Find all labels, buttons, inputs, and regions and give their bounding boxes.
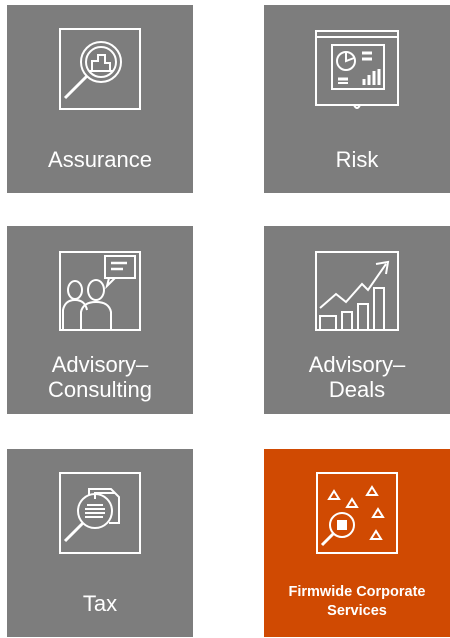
triangles-magnifier-icon — [316, 472, 398, 554]
tile-label: Advisory– Deals — [264, 352, 450, 402]
magnifier-bar-chart-icon — [59, 28, 141, 110]
tile-label: Advisory– Consulting — [7, 352, 193, 402]
growth-chart-icon — [315, 251, 399, 331]
magnifier-documents-icon — [59, 472, 141, 554]
tile-label-line-2: Consulting — [48, 377, 152, 402]
tile-label: Risk — [335, 147, 379, 172]
people-speech-bubble-icon — [59, 251, 141, 331]
tile-assurance[interactable]: Assurance — [7, 5, 193, 193]
tile-label-line-1: Advisory– — [51, 352, 149, 377]
tile-label: Tax — [82, 591, 118, 616]
tile-label: Firmwide Corporate Services — [264, 583, 450, 621]
tile-label-line-2: Deals — [328, 377, 386, 402]
tile-tax[interactable]: Tax — [7, 449, 193, 637]
tile-advisory-consulting[interactable]: Advisory– Consulting — [7, 226, 193, 414]
tile-risk[interactable]: Risk — [264, 5, 450, 193]
presentation-board-icon — [315, 30, 399, 109]
tile-firmwide-corporate-services[interactable]: Firmwide Corporate Services — [264, 449, 450, 637]
tile-label-line-1: Firmwide Corporate — [288, 584, 426, 600]
tile-label-line-1: Advisory– — [308, 352, 406, 377]
tile-label-line-2: Services — [327, 603, 387, 619]
tile-advisory-deals[interactable]: Advisory– Deals — [264, 226, 450, 414]
tile-label: Assurance — [48, 147, 152, 172]
